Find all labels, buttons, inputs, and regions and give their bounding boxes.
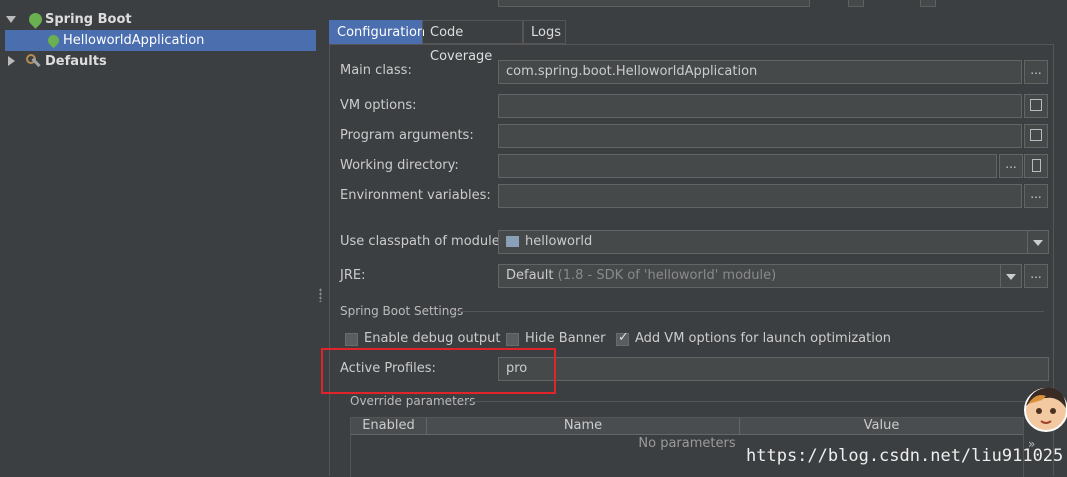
column-header-name[interactable]: Name [427, 418, 740, 434]
expand-icon[interactable] [8, 56, 15, 66]
splitter-grip-icon[interactable] [319, 288, 322, 302]
working-directory-field[interactable] [498, 154, 997, 178]
hide-banner-label[interactable]: Hide Banner [525, 330, 605, 348]
tree-node-label: Defaults [45, 54, 107, 69]
dropdown-icon[interactable] [1027, 231, 1048, 253]
add-vm-options-checkbox[interactable] [616, 330, 629, 346]
working-directory-browse-button[interactable]: ... [999, 154, 1023, 178]
dropdown-icon[interactable] [1000, 265, 1021, 287]
column-header-value[interactable]: Value [740, 418, 1023, 434]
tab-code-coverage[interactable]: Code Coverage [422, 20, 523, 64]
spring-boot-settings-title: Spring Boot Settings [340, 304, 464, 318]
main-class-label: Main class: [340, 63, 412, 78]
hide-banner-checkbox[interactable] [506, 333, 519, 346]
classpath-module-label: Use classpath of module: [340, 234, 505, 249]
configuration-panel: Configuration Code Coverage Logs Main cl… [321, 8, 1067, 477]
jre-label: JRE: [340, 268, 366, 283]
tree-node-defaults[interactable]: Defaults [0, 51, 316, 72]
run-config-tree: Spring Boot HelloworldApplication Defaul… [0, 8, 316, 476]
working-directory-label: Working directory: [340, 158, 459, 173]
main-class-browse-button[interactable]: ... [1024, 60, 1048, 84]
active-profiles-field[interactable]: pro [498, 357, 1049, 381]
configuration-tab-pane: Main class: com.spring.boot.HelloworldAp… [321, 44, 1054, 477]
classpath-module-value: helloworld [525, 234, 593, 249]
section-divider [462, 401, 1044, 402]
tree-node-label: Spring Boot [45, 12, 132, 27]
enable-debug-output-label[interactable]: Enable debug output [364, 330, 500, 348]
column-header-enabled[interactable]: Enabled [351, 418, 427, 434]
jre-browse-button[interactable]: ... [1024, 264, 1048, 288]
spring-boot-icon [26, 10, 45, 29]
spring-app-icon [45, 32, 62, 49]
program-arguments-label: Program arguments: [340, 128, 474, 143]
tab-configuration[interactable]: Configuration [329, 20, 425, 44]
collapse-icon[interactable] [6, 16, 16, 23]
program-arguments-expand-button[interactable] [1024, 124, 1048, 148]
jre-value-hint: (1.8 - SDK of 'helloworld' module) [557, 268, 777, 283]
toolbar-remnant [0, 0, 190, 5]
expand-field-icon [1030, 129, 1042, 141]
folder-module-icon [506, 236, 519, 247]
vm-options-expand-button[interactable] [1024, 94, 1048, 118]
vm-options-label: VM options: [340, 98, 417, 113]
expand-field-icon [1030, 99, 1042, 111]
highlight-annotation-box [321, 348, 556, 394]
section-divider [452, 311, 1044, 312]
panel-splitter[interactable] [316, 8, 326, 476]
environment-variables-label: Environment variables: [340, 188, 491, 203]
main-class-field[interactable]: com.spring.boot.HelloworldApplication [498, 60, 1022, 84]
name-field-remnant[interactable] [498, 0, 810, 7]
environment-variables-field[interactable] [498, 184, 1022, 208]
tree-node-label: HelloworldApplication [63, 33, 205, 48]
jre-value: Default [506, 268, 554, 283]
tree-node-spring-boot[interactable]: Spring Boot [0, 9, 316, 30]
vm-options-field[interactable] [498, 94, 1022, 118]
jre-select[interactable]: Default (1.8 - SDK of 'helloworld' modul… [498, 264, 1022, 288]
watermark-url: https://blog.csdn.net/liu911025 [746, 446, 1064, 466]
tab-logs[interactable]: Logs [523, 20, 566, 44]
classpath-module-select[interactable]: helloworld [498, 230, 1049, 254]
single-instance-checkbox-remnant[interactable] [920, 0, 936, 7]
tree-node-helloworld-application[interactable]: HelloworldApplication [5, 30, 316, 51]
add-vm-options-label[interactable]: Add VM options for launch optimization [635, 330, 891, 348]
top-toolbar-strip [0, 0, 1067, 8]
watermark-avatar-icon [1024, 387, 1067, 432]
working-directory-macro-button[interactable] [1024, 154, 1048, 178]
enable-debug-output-checkbox[interactable] [345, 333, 358, 346]
program-arguments-field[interactable] [498, 124, 1022, 148]
environment-variables-browse-button[interactable]: ... [1024, 184, 1048, 208]
table-header: Enabled Name Value [351, 418, 1023, 435]
share-checkbox-remnant[interactable] [848, 0, 864, 7]
override-parameters-title: Override parameters [350, 394, 476, 408]
document-icon [1031, 159, 1041, 172]
